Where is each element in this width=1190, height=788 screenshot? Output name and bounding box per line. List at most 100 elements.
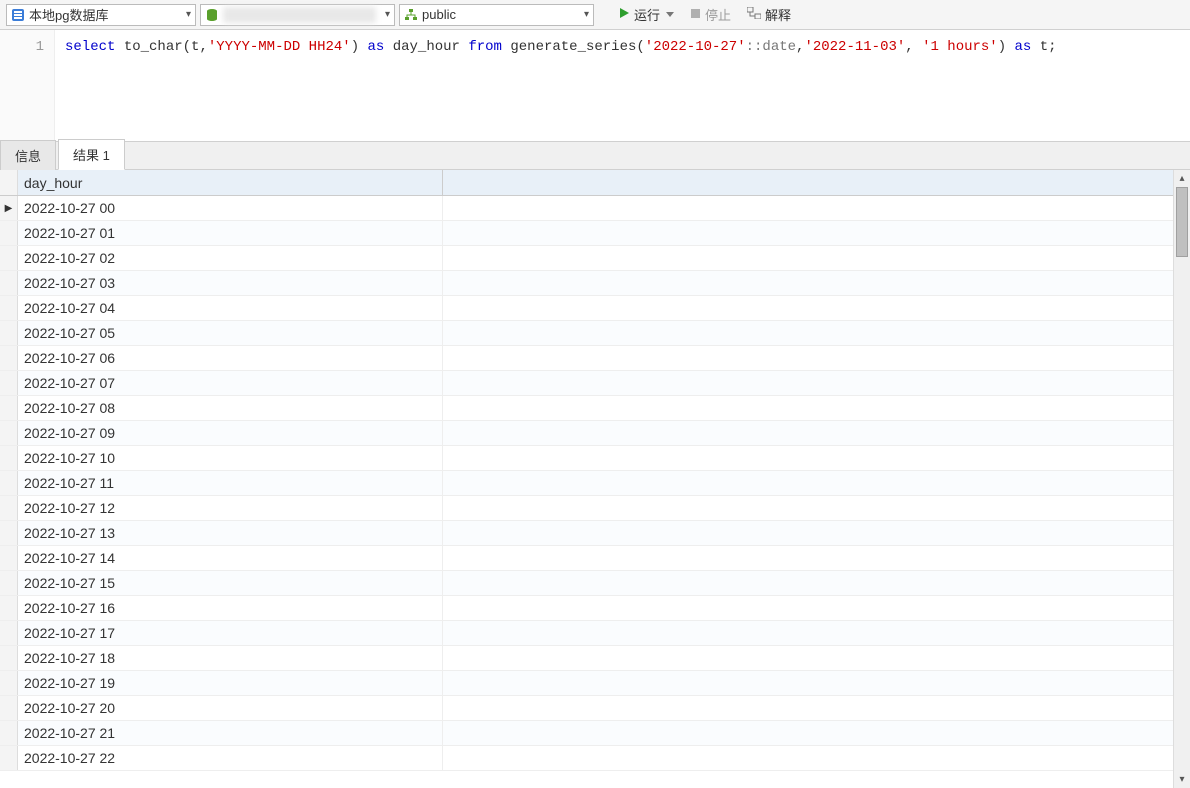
cell-day-hour[interactable]: 2022-10-27 01 bbox=[18, 221, 443, 245]
table-row[interactable]: 2022-10-27 17 bbox=[0, 621, 1173, 646]
database-icon bbox=[205, 8, 219, 22]
row-indicator[interactable] bbox=[0, 721, 18, 745]
result-tabs: 信息 结果 1 bbox=[0, 142, 1190, 170]
explain-button[interactable]: 解释 bbox=[741, 4, 797, 26]
cell-day-hour[interactable]: 2022-10-27 05 bbox=[18, 321, 443, 345]
row-indicator[interactable] bbox=[0, 371, 18, 395]
table-row[interactable]: 2022-10-27 10 bbox=[0, 446, 1173, 471]
cell-day-hour[interactable]: 2022-10-27 08 bbox=[18, 396, 443, 420]
table-row[interactable]: 2022-10-27 07 bbox=[0, 371, 1173, 396]
schema-dropdown[interactable]: public ▾ bbox=[399, 4, 594, 26]
row-indicator[interactable] bbox=[0, 421, 18, 445]
cell-day-hour[interactable]: 2022-10-27 21 bbox=[18, 721, 443, 745]
table-row[interactable]: 2022-10-27 21 bbox=[0, 721, 1173, 746]
row-indicator[interactable] bbox=[0, 521, 18, 545]
cell-day-hour[interactable]: 2022-10-27 12 bbox=[18, 496, 443, 520]
tab-result-1[interactable]: 结果 1 bbox=[58, 139, 125, 170]
scroll-down-arrow-icon[interactable]: ▾ bbox=[1174, 771, 1190, 788]
run-label: 运行 bbox=[634, 5, 660, 24]
sql-code[interactable]: select to_char(t,'YYYY-MM-DD HH24') as d… bbox=[55, 30, 1190, 141]
scroll-up-arrow-icon[interactable]: ▴ bbox=[1174, 170, 1190, 187]
table-row[interactable]: 2022-10-27 13 bbox=[0, 521, 1173, 546]
row-indicator[interactable] bbox=[0, 671, 18, 695]
row-indicator[interactable] bbox=[0, 596, 18, 620]
row-indicator[interactable]: ▶ bbox=[0, 196, 18, 220]
row-indicator[interactable] bbox=[0, 646, 18, 670]
stop-button: 停止 bbox=[684, 4, 737, 26]
cell-day-hour[interactable]: 2022-10-27 04 bbox=[18, 296, 443, 320]
cell-day-hour[interactable]: 2022-10-27 18 bbox=[18, 646, 443, 670]
connection-dropdown[interactable]: 本地pg数据库 ▾ bbox=[6, 4, 196, 26]
table-row[interactable]: 2022-10-27 20 bbox=[0, 696, 1173, 721]
grid-body[interactable]: ▶2022-10-27 002022-10-27 012022-10-27 02… bbox=[0, 196, 1173, 788]
results-grid[interactable]: day_hour ▶2022-10-27 002022-10-27 012022… bbox=[0, 170, 1173, 788]
row-indicator[interactable] bbox=[0, 496, 18, 520]
column-header-day-hour[interactable]: day_hour bbox=[18, 170, 443, 195]
table-row[interactable]: 2022-10-27 08 bbox=[0, 396, 1173, 421]
row-indicator[interactable] bbox=[0, 246, 18, 270]
chevron-down-icon: ▾ bbox=[186, 9, 191, 20]
play-icon bbox=[618, 7, 630, 22]
cell-day-hour[interactable]: 2022-10-27 16 bbox=[18, 596, 443, 620]
explain-icon bbox=[747, 7, 761, 22]
row-indicator[interactable] bbox=[0, 696, 18, 720]
cell-day-hour[interactable]: 2022-10-27 03 bbox=[18, 271, 443, 295]
table-row[interactable]: 2022-10-27 06 bbox=[0, 346, 1173, 371]
grid-header: day_hour bbox=[0, 170, 1173, 196]
table-row[interactable]: 2022-10-27 02 bbox=[0, 246, 1173, 271]
database-name-blurred bbox=[223, 7, 376, 23]
table-row[interactable]: 2022-10-27 09 bbox=[0, 421, 1173, 446]
table-row[interactable]: 2022-10-27 12 bbox=[0, 496, 1173, 521]
row-indicator[interactable] bbox=[0, 221, 18, 245]
row-indicator[interactable] bbox=[0, 296, 18, 320]
table-row[interactable]: 2022-10-27 05 bbox=[0, 321, 1173, 346]
table-row[interactable]: 2022-10-27 03 bbox=[0, 271, 1173, 296]
scroll-thumb[interactable] bbox=[1176, 187, 1188, 257]
cell-day-hour[interactable]: 2022-10-27 02 bbox=[18, 246, 443, 270]
cell-day-hour[interactable]: 2022-10-27 17 bbox=[18, 621, 443, 645]
row-indicator[interactable] bbox=[0, 471, 18, 495]
toolbar: 本地pg数据库 ▾ ▾ public ▾ 运行 停止 解释 bbox=[0, 0, 1190, 30]
row-indicator[interactable] bbox=[0, 396, 18, 420]
cell-day-hour[interactable]: 2022-10-27 09 bbox=[18, 421, 443, 445]
run-dropdown-arrow-icon[interactable] bbox=[666, 12, 674, 17]
row-indicator[interactable] bbox=[0, 571, 18, 595]
table-row[interactable]: ▶2022-10-27 00 bbox=[0, 196, 1173, 221]
cell-day-hour[interactable]: 2022-10-27 19 bbox=[18, 671, 443, 695]
line-number: 1 bbox=[0, 36, 44, 58]
tab-info[interactable]: 信息 bbox=[0, 140, 56, 170]
table-row[interactable]: 2022-10-27 14 bbox=[0, 546, 1173, 571]
cell-day-hour[interactable]: 2022-10-27 10 bbox=[18, 446, 443, 470]
run-button[interactable]: 运行 bbox=[612, 4, 680, 26]
cell-day-hour[interactable]: 2022-10-27 15 bbox=[18, 571, 443, 595]
cell-day-hour[interactable]: 2022-10-27 00 bbox=[18, 196, 443, 220]
database-dropdown[interactable]: ▾ bbox=[200, 4, 395, 26]
table-row[interactable]: 2022-10-27 16 bbox=[0, 596, 1173, 621]
table-row[interactable]: 2022-10-27 18 bbox=[0, 646, 1173, 671]
cell-day-hour[interactable]: 2022-10-27 07 bbox=[18, 371, 443, 395]
sql-editor[interactable]: 1 select to_char(t,'YYYY-MM-DD HH24') as… bbox=[0, 30, 1190, 142]
cell-day-hour[interactable]: 2022-10-27 14 bbox=[18, 546, 443, 570]
row-indicator[interactable] bbox=[0, 621, 18, 645]
vertical-scrollbar[interactable]: ▴ ▾ bbox=[1173, 170, 1190, 788]
schema-icon bbox=[404, 8, 418, 22]
table-row[interactable]: 2022-10-27 15 bbox=[0, 571, 1173, 596]
row-indicator[interactable] bbox=[0, 321, 18, 345]
row-indicator[interactable] bbox=[0, 346, 18, 370]
row-indicator[interactable] bbox=[0, 271, 18, 295]
table-row[interactable]: 2022-10-27 22 bbox=[0, 746, 1173, 771]
cell-day-hour[interactable]: 2022-10-27 22 bbox=[18, 746, 443, 770]
connection-name: 本地pg数据库 bbox=[29, 5, 182, 24]
table-row[interactable]: 2022-10-27 11 bbox=[0, 471, 1173, 496]
row-indicator-header[interactable] bbox=[0, 170, 18, 195]
cell-day-hour[interactable]: 2022-10-27 11 bbox=[18, 471, 443, 495]
row-indicator[interactable] bbox=[0, 746, 18, 770]
cell-day-hour[interactable]: 2022-10-27 20 bbox=[18, 696, 443, 720]
table-row[interactable]: 2022-10-27 01 bbox=[0, 221, 1173, 246]
table-row[interactable]: 2022-10-27 04 bbox=[0, 296, 1173, 321]
cell-day-hour[interactable]: 2022-10-27 06 bbox=[18, 346, 443, 370]
row-indicator[interactable] bbox=[0, 546, 18, 570]
table-row[interactable]: 2022-10-27 19 bbox=[0, 671, 1173, 696]
row-indicator[interactable] bbox=[0, 446, 18, 470]
cell-day-hour[interactable]: 2022-10-27 13 bbox=[18, 521, 443, 545]
